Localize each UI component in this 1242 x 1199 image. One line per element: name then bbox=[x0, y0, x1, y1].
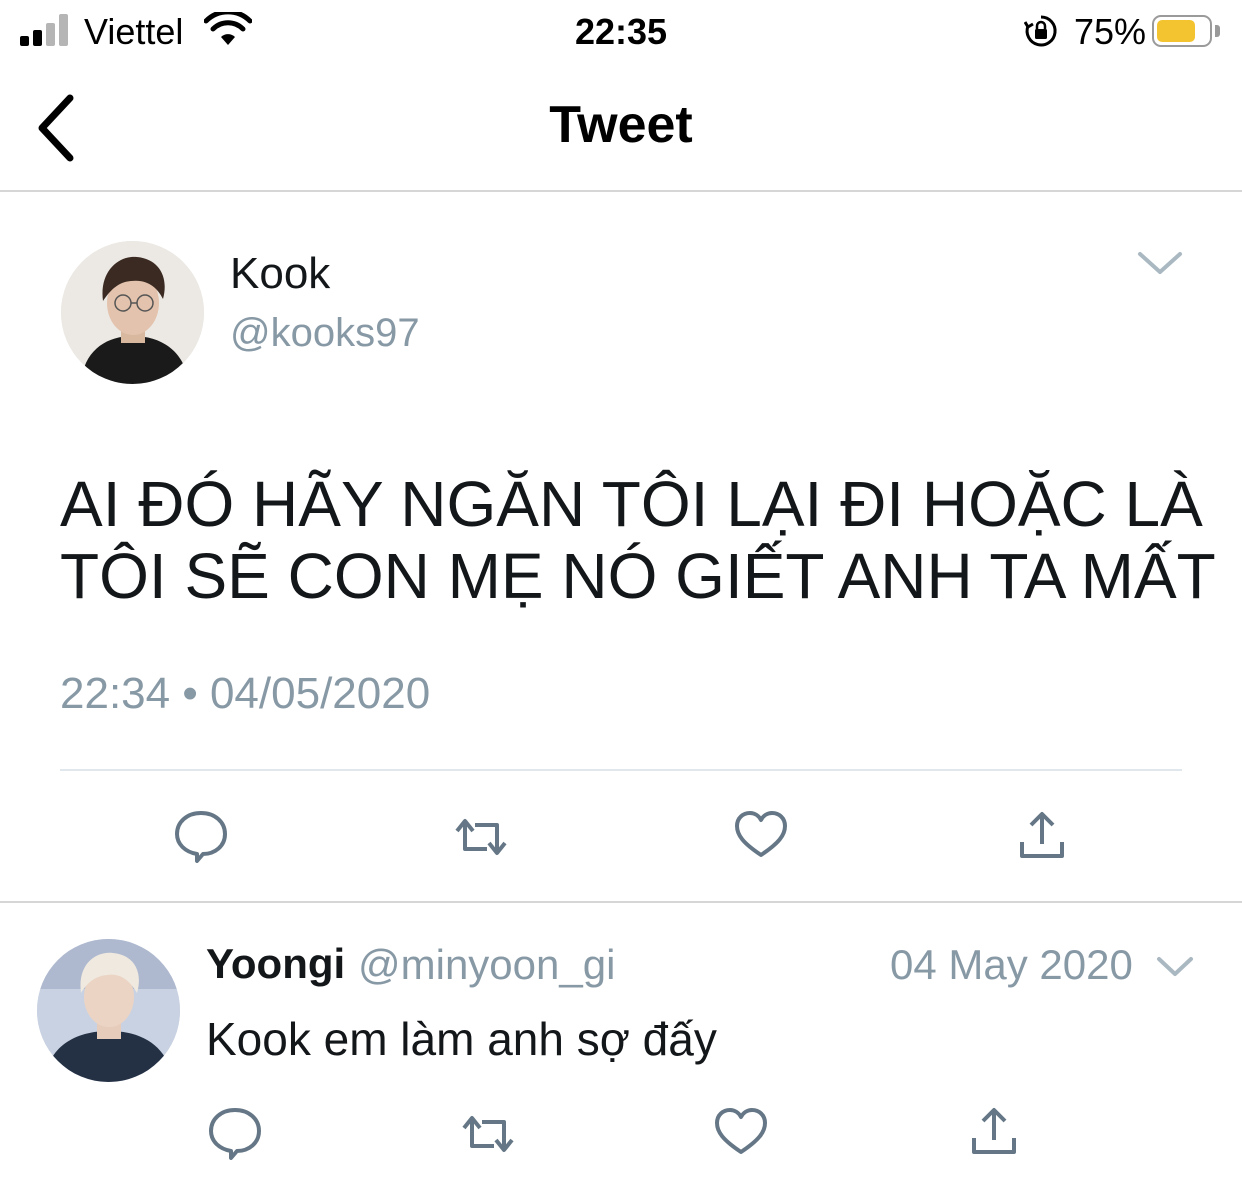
reply-menu-chevron-icon[interactable] bbox=[1156, 955, 1194, 979]
reply-icon[interactable] bbox=[207, 1104, 263, 1160]
retweet-icon[interactable] bbox=[460, 1106, 516, 1162]
reply-text: Kook em làm anh sợ đấy bbox=[206, 1013, 717, 1065]
retweet-icon[interactable] bbox=[453, 809, 509, 865]
reply-icon[interactable] bbox=[173, 807, 229, 863]
status-bar: Viettel 22:35 75% bbox=[0, 0, 1242, 64]
battery-fill bbox=[1157, 20, 1195, 42]
avatar-image bbox=[37, 939, 180, 1082]
reply-handle[interactable]: @minyoon_gi bbox=[358, 941, 615, 989]
section-divider bbox=[0, 901, 1242, 903]
orientation-lock-icon bbox=[1024, 15, 1057, 47]
share-icon[interactable] bbox=[966, 1104, 1022, 1160]
page-title: Tweet bbox=[549, 96, 693, 154]
tweet-text: AI ĐÓ HÃY NGĂN TÔI LẠI ĐI HOẶC LÀ TÔI SẼ… bbox=[60, 468, 1216, 612]
nav-bar: Tweet bbox=[0, 64, 1242, 192]
tweet-timestamp: 22:34 • 04/05/2020 bbox=[60, 669, 431, 718]
battery-icon bbox=[1152, 15, 1212, 47]
avatar-image bbox=[61, 241, 204, 384]
share-icon[interactable] bbox=[1014, 808, 1070, 864]
divider bbox=[60, 769, 1182, 771]
tweet-handle[interactable]: @kooks97 bbox=[230, 310, 420, 356]
tweet-display-name[interactable]: Kook bbox=[230, 249, 330, 299]
reply-date: 04 May 2020 bbox=[890, 941, 1133, 988]
battery-percent: 75% bbox=[1074, 11, 1147, 52]
tweet-menu-chevron-icon[interactable] bbox=[1136, 248, 1184, 278]
like-icon[interactable] bbox=[713, 1104, 769, 1160]
reply-display-name[interactable]: Yoongi bbox=[206, 940, 345, 988]
avatar-yoongi[interactable] bbox=[37, 939, 180, 1082]
like-icon[interactable] bbox=[733, 807, 789, 863]
battery-tip bbox=[1215, 25, 1220, 37]
avatar-kook[interactable] bbox=[61, 241, 204, 384]
